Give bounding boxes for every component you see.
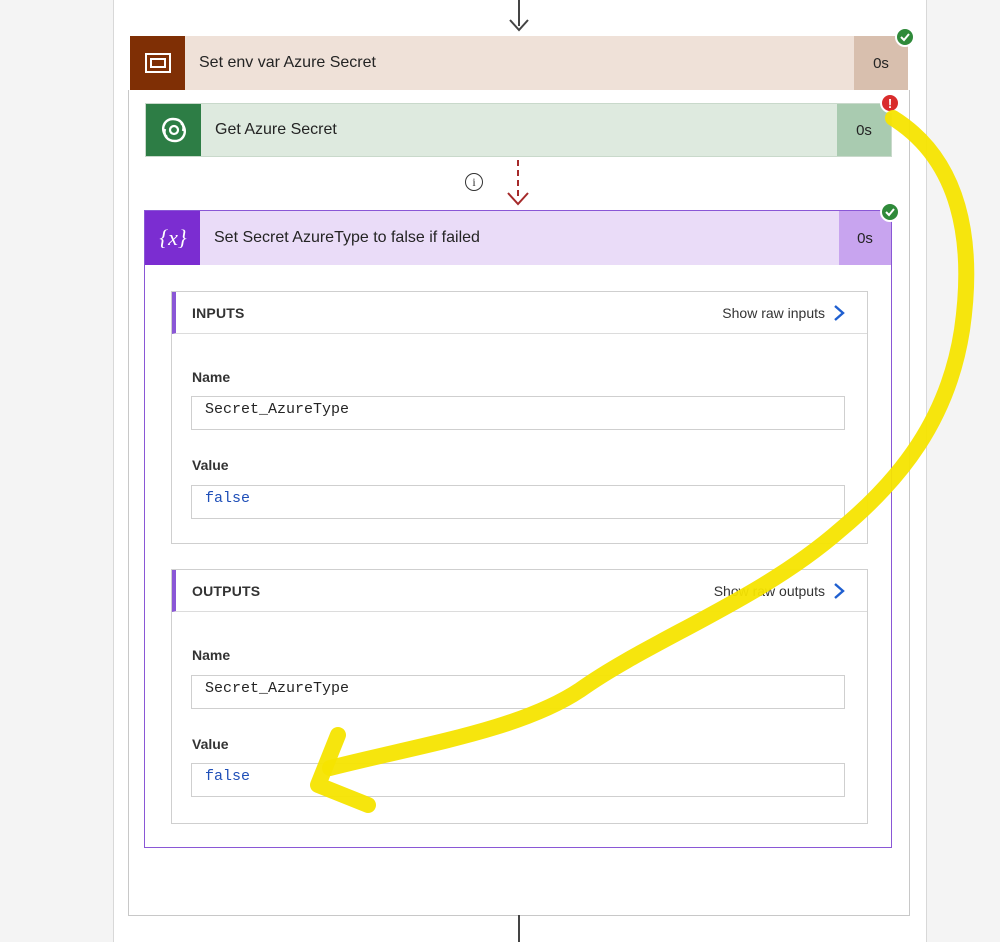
action-title: Get Azure Secret (215, 121, 337, 138)
dataverse-icon (161, 117, 186, 143)
value-label: Value (192, 736, 229, 752)
value-value: false (205, 768, 251, 785)
action-set-env-var[interactable]: Set env var Azure Secret 0s (130, 36, 908, 90)
outputs-section: OUTPUTS Show raw outputs Name Secret_Azu… (171, 569, 868, 824)
value-field: false (191, 485, 845, 519)
outputs-header: OUTPUTS Show raw outputs (172, 570, 867, 612)
action-get-azure-secret[interactable]: Get Azure Secret 0s (145, 103, 892, 157)
name-label: Name (192, 369, 231, 385)
info-icon[interactable]: i (465, 173, 483, 191)
name-value: Secret_AzureType (205, 680, 350, 697)
action-duration: 0s (837, 104, 891, 156)
show-raw-outputs-link[interactable]: Show raw outputs (714, 582, 867, 600)
name-label: Name (192, 647, 231, 663)
chevron-right-icon (834, 582, 845, 599)
value-value: false (205, 490, 251, 507)
action-title: Set Secret AzureType to false if failed (214, 229, 480, 246)
check-circle-icon (895, 27, 915, 47)
svg-text:{x}: {x} (159, 225, 187, 250)
name-field: Secret_AzureType (191, 675, 845, 709)
action-title: Set env var Azure Secret (199, 54, 376, 71)
value-field: false (191, 763, 845, 797)
chevron-right-icon (834, 304, 845, 321)
top-connector-arrow-icon (509, 19, 529, 32)
action-set-secret-header[interactable]: {x} Set Secret AzureType to false if fai… (145, 211, 891, 265)
name-field: Secret_AzureType (191, 396, 845, 430)
error-circle-icon: ! (880, 93, 900, 113)
show-raw-inputs-link[interactable]: Show raw inputs (722, 304, 867, 322)
section-title: INPUTS (192, 304, 245, 321)
name-value: Secret_AzureType (205, 401, 350, 418)
section-title: OUTPUTS (192, 582, 261, 599)
variable-x-icon: {x} (159, 225, 187, 250)
raw-link-label: Show raw inputs (722, 304, 825, 321)
set-secret-icon-tile: {x} (145, 211, 200, 265)
check-circle-icon (880, 202, 900, 222)
set-env-icon-tile (130, 36, 185, 90)
raw-link-label: Show raw outputs (713, 582, 825, 599)
variable-box-icon (144, 53, 171, 73)
bottom-connector (518, 915, 520, 942)
inputs-section: INPUTS Show raw inputs Name Secret_Azure… (171, 291, 868, 544)
get-secret-icon-tile (146, 104, 201, 156)
inputs-header: INPUTS Show raw inputs (172, 292, 867, 334)
run-after-arrow-icon (507, 192, 529, 206)
value-label: Value (192, 457, 229, 473)
